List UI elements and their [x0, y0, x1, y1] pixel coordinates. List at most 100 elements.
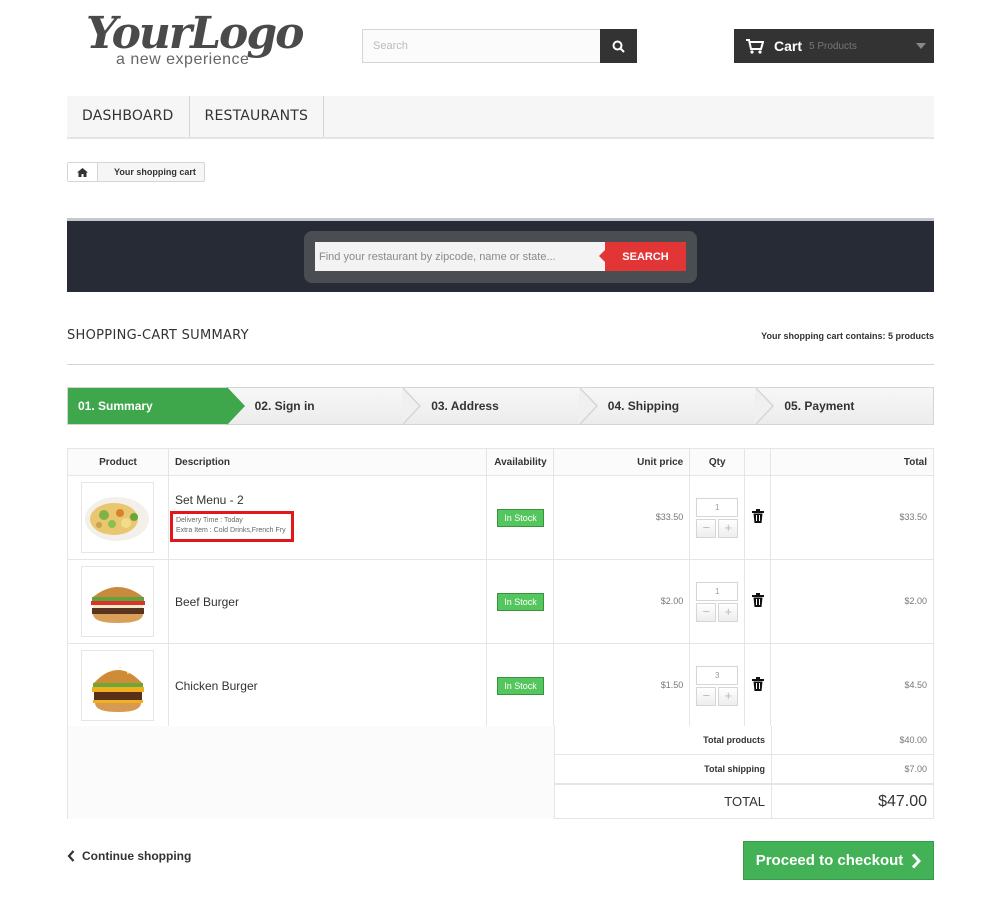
header-search-button[interactable]	[600, 29, 637, 63]
col-header-description: Description	[167, 448, 488, 476]
restaurant-search-button[interactable]: SEARCH	[599, 242, 686, 271]
trash-icon[interactable]	[751, 509, 764, 523]
availability-cell: In Stock	[486, 475, 555, 560]
quantity-input[interactable]	[696, 665, 739, 685]
site-logo[interactable]: YourLogo a new experience	[86, 8, 305, 70]
status-badge: In Stock	[497, 676, 544, 695]
delete-cell	[744, 643, 772, 728]
nav-item-dashboard[interactable]: DASHBOARD	[67, 96, 190, 137]
delete-cell	[744, 559, 772, 644]
unit-price-cell: $2.00	[553, 559, 691, 644]
product-image-beef-burger[interactable]	[81, 566, 155, 637]
continue-shopping-link[interactable]: Continue shopping	[67, 849, 191, 863]
step-arrow-inner	[402, 388, 420, 424]
totals-row-shipping: Total shipping $7.00	[555, 755, 933, 784]
step-label: 04. Shipping	[607, 399, 680, 413]
restaurant-search-input[interactable]	[315, 242, 605, 271]
checkout-steps: 01. Summary 02. Sign in 03. Address 04. …	[67, 387, 934, 425]
quantity-stepper: − +	[696, 497, 739, 538]
quantity-stepper: − +	[696, 665, 739, 706]
step-sign-in[interactable]: 02. Sign in	[227, 387, 422, 425]
col-header-delete	[744, 448, 772, 476]
product-image-chicken-burger[interactable]	[81, 650, 155, 721]
col-header-unit-price: Unit price	[553, 448, 691, 476]
product-name[interactable]: Chicken Burger	[175, 679, 487, 693]
quantity-increase-button[interactable]: +	[718, 602, 739, 622]
table-header-row: Product Description Availability Unit pr…	[67, 448, 934, 476]
search-icon	[612, 40, 625, 53]
breadcrumb-home[interactable]	[68, 163, 98, 181]
cart-count: 5 Products	[809, 40, 857, 52]
totals-row-products: Total products $40.00	[555, 726, 933, 755]
beef-burger-image	[90, 586, 145, 623]
checkout-label: Proceed to checkout	[755, 852, 904, 869]
total-shipping-value: $7.00	[904, 764, 927, 774]
step-label: 03. Address	[431, 399, 499, 413]
quantity-decrease-button[interactable]: −	[696, 686, 717, 706]
totals-row-grand: TOTAL $47.00	[555, 784, 933, 818]
step-address[interactable]: 03. Address	[403, 387, 598, 425]
step-label: 01. Summary	[78, 399, 153, 413]
line-total: $2.00	[904, 596, 927, 606]
chevron-down-icon	[916, 43, 926, 49]
line-total: $4.50	[904, 680, 927, 690]
header-cart[interactable]: Cart 5 Products	[734, 29, 934, 63]
cart-summary-count: Your shopping cart contains: 5 products	[761, 331, 934, 341]
chicken-burger-image	[91, 665, 144, 712]
description-cell: Beef Burger	[167, 559, 488, 644]
divider	[67, 364, 934, 365]
total-shipping-label: Total shipping	[555, 755, 772, 783]
total-products-label: Total products	[555, 726, 772, 754]
quantity-increase-button[interactable]: +	[718, 518, 739, 538]
totals-block: Total products $40.00 Total shipping $7.…	[554, 726, 934, 819]
cart-title: Cart	[774, 38, 803, 54]
product-cell	[67, 643, 169, 728]
table-row: Chicken Burger In Stock $1.50 − +	[67, 643, 934, 728]
step-payment[interactable]: 05. Payment	[756, 388, 933, 424]
step-summary[interactable]: 01. Summary	[68, 387, 245, 425]
step-shipping[interactable]: 04. Shipping	[580, 387, 775, 425]
table-row: Beef Burger In Stock $2.00 − +	[67, 559, 934, 644]
totals-left-panel	[67, 726, 554, 819]
product-cell	[67, 475, 169, 560]
unit-price: $2.00	[660, 596, 684, 606]
trash-icon[interactable]	[751, 593, 764, 607]
availability-cell: In Stock	[486, 643, 555, 728]
total-cell: $4.50	[770, 643, 934, 728]
breadcrumb-current: Your shopping cart	[114, 167, 196, 177]
product-image-set-menu[interactable]	[81, 482, 155, 553]
continue-shopping-label: Continue shopping	[82, 849, 192, 863]
line-total: $33.50	[899, 512, 927, 522]
product-name[interactable]: Beef Burger	[175, 595, 487, 609]
col-header-product: Product	[67, 448, 169, 476]
quantity-decrease-button[interactable]: −	[696, 602, 717, 622]
quantity-decrease-button[interactable]: −	[696, 518, 717, 538]
quantity-stepper: − +	[696, 581, 739, 622]
home-icon	[77, 167, 88, 177]
qty-cell: − +	[689, 475, 746, 560]
quantity-buttons: − +	[696, 602, 739, 622]
quantity-increase-button[interactable]: +	[718, 686, 739, 706]
chevron-left-icon	[67, 850, 75, 862]
grand-total-label: TOTAL	[555, 785, 772, 818]
unit-price: $1.50	[660, 680, 684, 690]
restaurant-search-banner: SEARCH	[67, 218, 934, 292]
qty-cell: − +	[689, 643, 746, 728]
table-row: Set Menu - 2 Delivery Time : Today Extra…	[67, 475, 934, 560]
proceed-to-checkout-button[interactable]: Proceed to checkout	[743, 841, 934, 880]
qty-cell: − +	[689, 559, 746, 644]
step-arrow-inner	[578, 388, 596, 424]
restaurant-search-box: SEARCH	[304, 231, 697, 283]
step-label: 05. Payment	[784, 399, 855, 413]
header-search-input[interactable]	[362, 29, 600, 63]
product-name[interactable]: Set Menu - 2	[175, 493, 487, 507]
nav-item-restaurants[interactable]: RESTAURANTS	[190, 96, 325, 137]
delete-cell	[744, 475, 772, 560]
quantity-input[interactable]	[696, 581, 739, 601]
col-header-total: Total	[770, 448, 934, 476]
header-search	[362, 29, 637, 63]
quantity-input[interactable]	[696, 497, 739, 517]
step-arrow	[226, 387, 245, 425]
logo-tagline: a new experience	[116, 51, 250, 68]
trash-icon[interactable]	[751, 677, 764, 691]
